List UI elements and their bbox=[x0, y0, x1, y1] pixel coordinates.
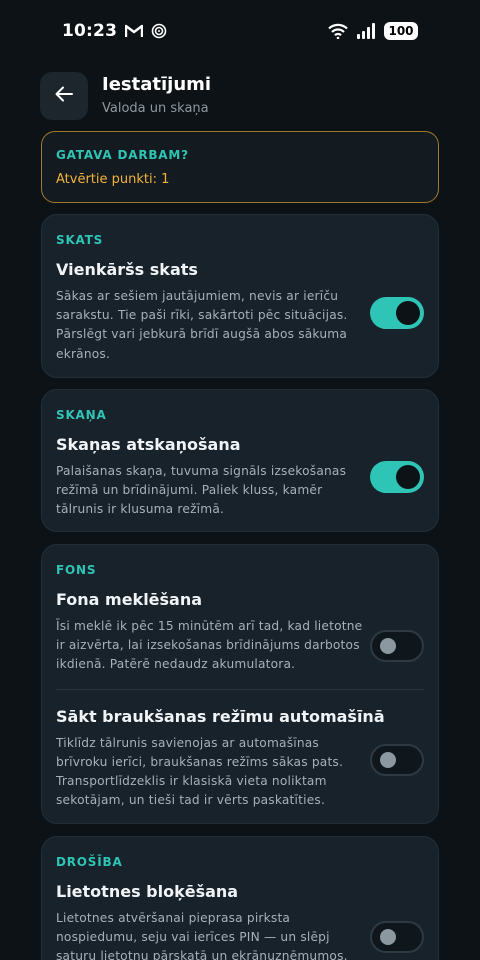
page-subtitle: Valoda un skaņa bbox=[102, 101, 209, 116]
setting-title: Vienkāršs skats bbox=[56, 260, 198, 279]
section-label-view: SKATS bbox=[56, 233, 104, 247]
status-left: 10:23 bbox=[62, 21, 167, 41]
status-bar: 10:23 100 bbox=[0, 0, 480, 62]
header: Iestatījumi Valoda un skaņa bbox=[40, 72, 440, 120]
divider bbox=[56, 688, 424, 690]
toggle-knob bbox=[396, 465, 420, 489]
page-title: Iestatījumi bbox=[102, 74, 212, 95]
sound-card: SKAŅA Skaņas atskaņošana Palaišanas skaņ… bbox=[41, 389, 439, 532]
setting-desc: Palaišanas skaņa, tuvuma signāls izsekoš… bbox=[56, 464, 347, 517]
security-card: DROŠĪBA Lietotnes bloķēšana Lietotnes at… bbox=[41, 836, 439, 960]
toggle-knob bbox=[380, 929, 396, 945]
section-label-security: DROŠĪBA bbox=[56, 855, 123, 869]
gmail-icon bbox=[125, 24, 144, 38]
wifi-icon bbox=[328, 23, 348, 39]
setting-desc: Sākas ar sešiem jautājumiem, nevis ar ie… bbox=[56, 289, 348, 361]
driving-mode-toggle[interactable] bbox=[370, 743, 424, 776]
setting-simple-view: Vienkāršs skats Sākas ar sešiem jautājum… bbox=[56, 259, 424, 364]
section-label-sound: SKAŅA bbox=[56, 408, 107, 422]
background-search-toggle[interactable] bbox=[370, 630, 424, 662]
simple-view-toggle[interactable] bbox=[370, 297, 424, 329]
clock: 10:23 bbox=[62, 21, 118, 41]
setting-title: Sākt braukšanas režīmu automašīnā bbox=[56, 706, 385, 726]
sync-icon bbox=[151, 23, 167, 39]
setting-title: Fona meklēšana bbox=[56, 590, 203, 609]
toggle-knob bbox=[380, 638, 396, 654]
ready-title: GATAVA DARBAM? bbox=[56, 148, 189, 162]
header-text: Iestatījumi Valoda un skaņa bbox=[102, 73, 211, 119]
back-button[interactable] bbox=[40, 72, 88, 120]
signal-icon bbox=[356, 23, 376, 39]
ready-card[interactable]: GATAVA DARBAM? Atvērtie punkti: 1 bbox=[41, 131, 439, 203]
arrow-left-icon bbox=[55, 86, 73, 106]
open-points: Atvērtie punkti: 1 bbox=[56, 172, 170, 187]
toggle-knob bbox=[380, 751, 396, 768]
battery-icon: 100 bbox=[384, 22, 418, 40]
setting-desc: Lietotnes atvēršanai pieprasa pirksta no… bbox=[56, 911, 348, 960]
setting-sound-playback: Skaņas atskaņošana Palaišanas skaņa, tuv… bbox=[56, 434, 424, 520]
toggle-knob bbox=[396, 301, 420, 325]
setting-title: Skaņas atskaņošana bbox=[56, 435, 241, 454]
status-right: 100 bbox=[328, 22, 418, 40]
sound-playback-toggle[interactable] bbox=[370, 461, 424, 493]
app-lock-toggle[interactable] bbox=[370, 921, 424, 953]
setting-app-lock: Lietotnes bloķēšana Lietotnes atvēršanai… bbox=[56, 881, 424, 960]
setting-title: Lietotnes bloķēšana bbox=[56, 882, 239, 901]
setting-background-search: Fona meklēšana Īsi meklē ik pēc 15 minūt… bbox=[56, 589, 424, 675]
setting-desc: Īsi meklē ik pēc 15 minūtēm arī tad, kad… bbox=[56, 619, 363, 672]
setting-desc: Tiklīdz tālrunis savienojas ar automašīn… bbox=[56, 735, 344, 808]
section-label-background: FONS bbox=[56, 563, 97, 577]
view-card: SKATS Vienkāršs skats Sākas ar sešiem ja… bbox=[41, 214, 439, 378]
background-card: FONS Fona meklēšana Īsi meklē ik pēc 15 … bbox=[41, 544, 439, 824]
setting-driving-mode: Sākt braukšanas režīmu automašīnā Tiklīd… bbox=[56, 706, 424, 811]
